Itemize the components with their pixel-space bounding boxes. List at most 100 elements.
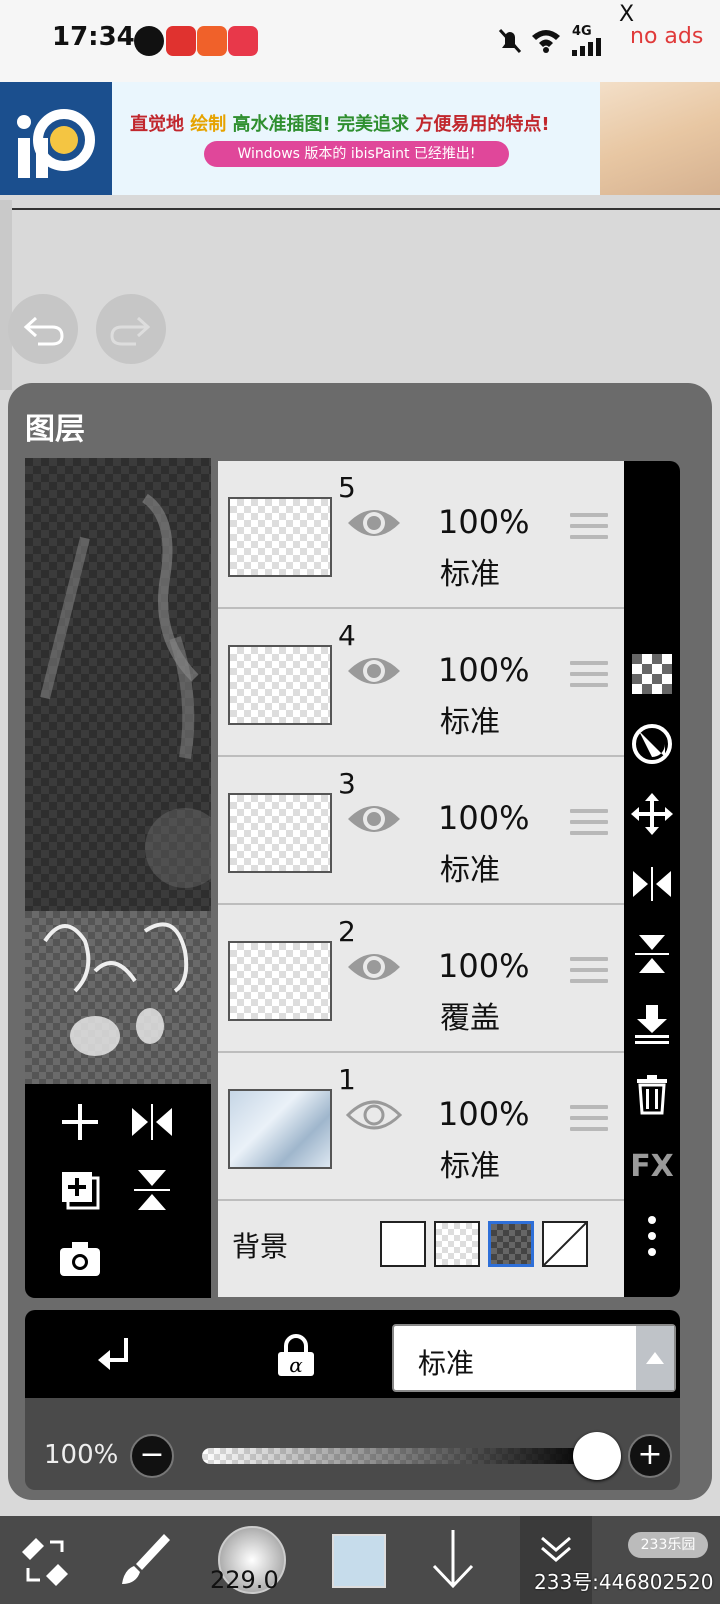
layer-opacity: 100%: [438, 503, 530, 541]
brush-tool-button[interactable]: [118, 1530, 174, 1592]
bg-transparent-swatch[interactable]: [542, 1221, 588, 1267]
drag-handle-icon[interactable]: [570, 1105, 608, 1138]
bg-dark-checker-swatch[interactable]: [488, 1221, 534, 1267]
merge-down-icon: [635, 1005, 669, 1044]
app-grid-icon: [197, 26, 227, 56]
flip-horizontal-icon: [132, 1104, 172, 1140]
flip-horizontal-button[interactable]: [126, 1096, 178, 1148]
clear-layer-button[interactable]: [624, 719, 680, 769]
duplicate-layer-button[interactable]: [54, 1164, 106, 1216]
svg-text:α: α: [289, 1353, 303, 1377]
drag-handle-icon[interactable]: [570, 513, 608, 546]
banner-subline: Windows 版本的 ibisPaint 已经推出!: [204, 141, 509, 167]
layer-down-button[interactable]: [428, 1526, 478, 1594]
drag-handle-icon[interactable]: [570, 809, 608, 842]
visibility-eye-icon[interactable]: [346, 799, 402, 843]
visibility-eye-icon[interactable]: [346, 651, 402, 695]
camera-button[interactable]: [54, 1232, 106, 1284]
color-swatch-button[interactable]: [332, 1534, 386, 1588]
layer-blend-mode: 标准: [440, 1149, 500, 1184]
eraser-swap-icon: [22, 1538, 68, 1586]
move-layer-button[interactable]: [624, 789, 680, 839]
layer-thumbnail: [228, 497, 332, 577]
plus-icon: [62, 1104, 98, 1140]
delete-layer-button[interactable]: [624, 1069, 680, 1119]
panel-title: 图层: [25, 412, 85, 447]
right-layer-tools: FX: [624, 461, 680, 1297]
brush-icon: [122, 1534, 170, 1584]
layer-opacity: 100%: [438, 651, 530, 689]
visibility-eye-icon[interactable]: [346, 947, 402, 991]
mute-bell-icon: [496, 26, 524, 60]
layer-row[interactable]: 2 100% 覆盖: [218, 905, 624, 1053]
layer-opacity: 100%: [438, 1095, 530, 1133]
clipping-button[interactable]: [94, 1334, 138, 1382]
flip-vertical-icon: [635, 935, 669, 973]
banner-character-image: [600, 82, 720, 195]
more-options-button[interactable]: [624, 1211, 680, 1261]
layer-row[interactable]: 5 100% 标准: [218, 461, 624, 609]
alpha-lock-button[interactable]: α: [276, 1334, 316, 1382]
xiaohongshu-icon: [166, 26, 196, 56]
tool-swap-button[interactable]: [18, 1534, 72, 1592]
qq-icon: [134, 26, 164, 56]
layer-thumbnail: [228, 793, 332, 873]
video-app-icon: [228, 26, 258, 56]
more-vertical-icon: [648, 1216, 656, 1256]
layer-number: 4: [338, 619, 356, 652]
layer-row[interactable]: 3 100% 标准: [218, 757, 624, 905]
opacity-value: 100%: [44, 1440, 119, 1470]
layer-row[interactable]: 4 100% 标准: [218, 609, 624, 757]
flip-layer-horizontal-button[interactable]: [624, 859, 680, 909]
undo-button[interactable]: [8, 294, 78, 364]
layer-thumbnail-preview: [25, 911, 211, 1086]
opacity-slider-track[interactable]: [202, 1448, 594, 1464]
layer-list: 5 100% 标准 4 100% 标准 3 100% 标准 2 100% 覆盖 …: [218, 461, 624, 1297]
undo-icon: [23, 316, 64, 346]
layer-thumbnail: [228, 1089, 332, 1169]
banner-headline-part: 高水准插图!: [226, 114, 331, 135]
bg-light-checker-swatch[interactable]: [434, 1221, 480, 1267]
banner-headline-part: 完美追求: [330, 114, 410, 135]
add-layer-button[interactable]: [54, 1096, 106, 1148]
layer-blend-mode: 标准: [440, 705, 500, 740]
opacity-decrease-button[interactable]: −: [130, 1434, 174, 1478]
background-label: 背景: [232, 1230, 289, 1263]
opacity-slider-thumb[interactable]: [573, 1432, 621, 1480]
bg-white-swatch[interactable]: [380, 1221, 426, 1267]
merge-down-button[interactable]: [624, 999, 680, 1049]
duplicate-icon: [62, 1172, 100, 1210]
fx-button[interactable]: FX: [624, 1141, 680, 1191]
transparency-checker-button[interactable]: [624, 649, 680, 699]
flip-layer-vertical-button[interactable]: [624, 929, 680, 979]
banner-headline-part: 方便易用的特点!: [409, 114, 550, 135]
redo-button[interactable]: [96, 294, 166, 364]
redo-icon: [110, 316, 151, 346]
flip-vertical-icon: [134, 1170, 170, 1210]
banner-headline-part: 直觉地: [130, 114, 184, 135]
clipping-arrow-icon: [98, 1338, 128, 1370]
visibility-eye-icon[interactable]: [346, 503, 402, 547]
layer-blend-mode: 覆盖: [440, 1001, 500, 1036]
layer-number: 3: [338, 767, 356, 800]
blend-dropdown-arrow-icon[interactable]: [636, 1326, 674, 1390]
status-time: 17:34: [52, 22, 135, 52]
watermark-logo: 233乐园: [628, 1532, 708, 1558]
signal-icon: [572, 38, 602, 60]
layer-blend-mode: 标准: [440, 557, 500, 592]
drag-handle-icon[interactable]: [570, 957, 608, 990]
left-layer-tools: [25, 1084, 211, 1298]
layer-thumbnail: [228, 645, 332, 725]
layer-row[interactable]: 1 100% 标准: [218, 1053, 624, 1201]
no-ads-link[interactable]: no ads: [630, 24, 703, 49]
visibility-eye-icon[interactable]: [345, 1095, 403, 1139]
opacity-increase-button[interactable]: +: [628, 1434, 672, 1478]
clear-circle-icon: [632, 724, 672, 764]
flip-vertical-button[interactable]: [126, 1164, 178, 1216]
blend-mode-value: 标准: [418, 1347, 475, 1380]
wifi-icon: [530, 26, 562, 58]
divider: [0, 208, 720, 210]
drag-handle-icon[interactable]: [570, 661, 608, 694]
background-row: 背景: [218, 1201, 624, 1297]
move-arrows-icon: [631, 793, 673, 835]
